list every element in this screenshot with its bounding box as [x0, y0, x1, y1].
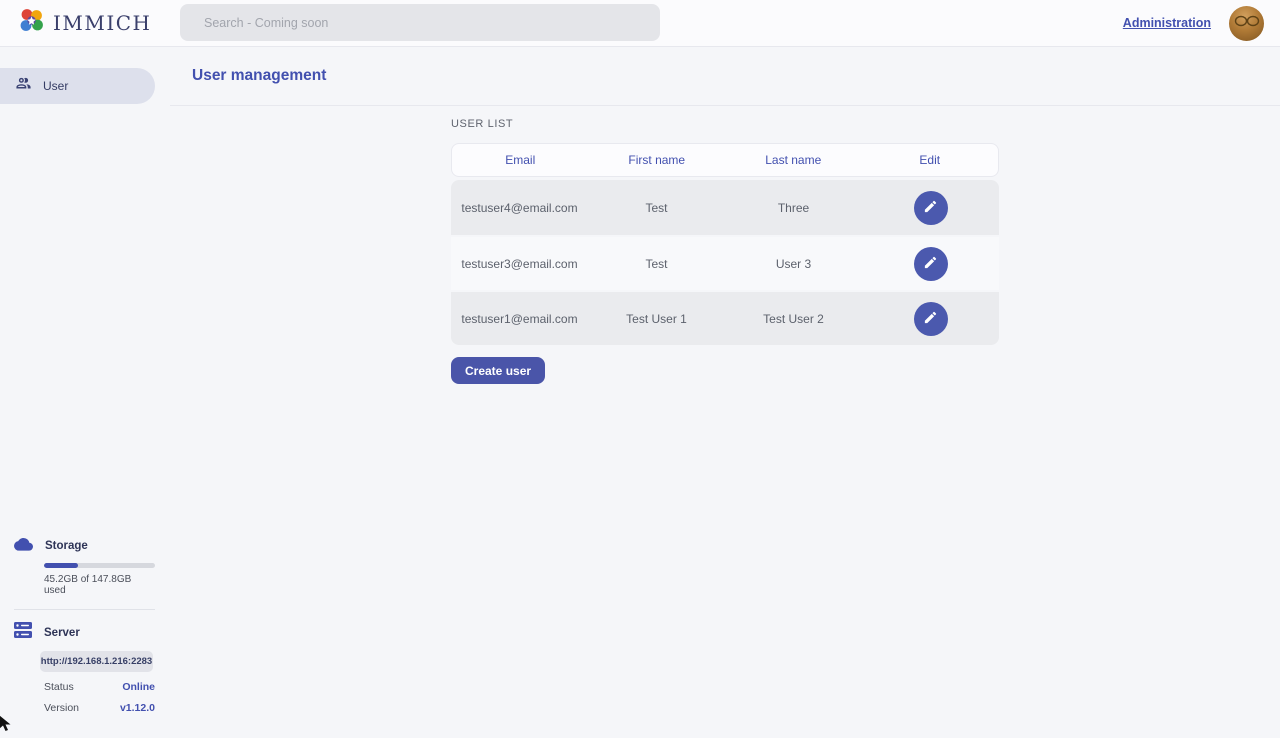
server-version-value: v1.12.0 [120, 702, 155, 714]
cell-last-name: Test User 2 [725, 312, 862, 326]
server-url-pill: http://192.168.1.216:2283 [40, 651, 153, 672]
sidebar-footer: Storage 45.2GB of 147.8GB used Server ht… [0, 536, 170, 730]
table-row: testuser1@email.com Test User 1 Test Use… [451, 290, 999, 345]
table-row: testuser4@email.com Test Three [451, 180, 999, 235]
storage-progress-fill [44, 563, 78, 568]
cell-email: testuser3@email.com [451, 257, 588, 271]
sidebar-divider [14, 609, 155, 610]
user-avatar[interactable] [1229, 6, 1264, 41]
storage-title: Storage [45, 540, 88, 552]
server-status-value: Online [122, 681, 155, 693]
server-status-label: Status [44, 681, 74, 693]
sidebar-item-user[interactable]: User [0, 68, 155, 104]
cell-last-name: Three [725, 201, 862, 215]
page-title: User management [192, 67, 326, 85]
column-header-last-name: Last name [725, 153, 862, 167]
user-table-body: testuser4@email.com Test Three testuser3… [451, 180, 999, 345]
cloud-icon [14, 536, 33, 556]
cell-email: testuser4@email.com [451, 201, 588, 215]
page-header: User management [170, 47, 1280, 106]
avatar-glasses-detail [1233, 15, 1261, 27]
brand-wordmark: IMMICH [53, 11, 152, 35]
edit-user-button[interactable] [914, 191, 948, 225]
edit-user-button[interactable] [914, 302, 948, 336]
cell-last-name: User 3 [725, 257, 862, 271]
storage-progress-bar [44, 563, 155, 568]
user-list-section-title: USER LIST [451, 118, 999, 130]
table-header-row: Email First name Last name Edit [451, 143, 999, 177]
immich-flower-icon [18, 7, 45, 39]
cell-first-name: Test [588, 257, 725, 271]
pencil-icon [923, 199, 938, 217]
server-icon [14, 622, 32, 643]
server-version-label: Version [44, 702, 79, 714]
sidebar: User Storage 45.2GB of 147.8GB used [0, 47, 170, 730]
main-content: User management USER LIST Email First na… [170, 47, 1280, 730]
cell-email: testuser1@email.com [451, 312, 588, 326]
edit-user-button[interactable] [914, 247, 948, 281]
users-icon [15, 75, 32, 97]
immich-logo[interactable]: IMMICH [18, 7, 152, 39]
column-header-first-name: First name [589, 153, 726, 167]
mouse-cursor [0, 713, 13, 738]
pencil-icon [923, 255, 938, 273]
create-user-button[interactable]: Create user [451, 357, 545, 384]
column-header-edit: Edit [862, 153, 999, 167]
top-navbar: IMMICH Administration [0, 0, 1280, 47]
cell-first-name: Test User 1 [588, 312, 725, 326]
search-input[interactable] [180, 4, 660, 41]
storage-usage-text: 45.2GB of 147.8GB used [44, 574, 155, 596]
cell-first-name: Test [588, 201, 725, 215]
server-url: http://192.168.1.216:2283 [41, 656, 152, 667]
column-header-email: Email [452, 153, 589, 167]
server-title: Server [44, 627, 80, 639]
sidebar-item-user-label: User [43, 79, 68, 93]
table-row: testuser3@email.com Test User 3 [451, 235, 999, 290]
pencil-icon [923, 310, 938, 328]
administration-link[interactable]: Administration [1123, 16, 1211, 30]
